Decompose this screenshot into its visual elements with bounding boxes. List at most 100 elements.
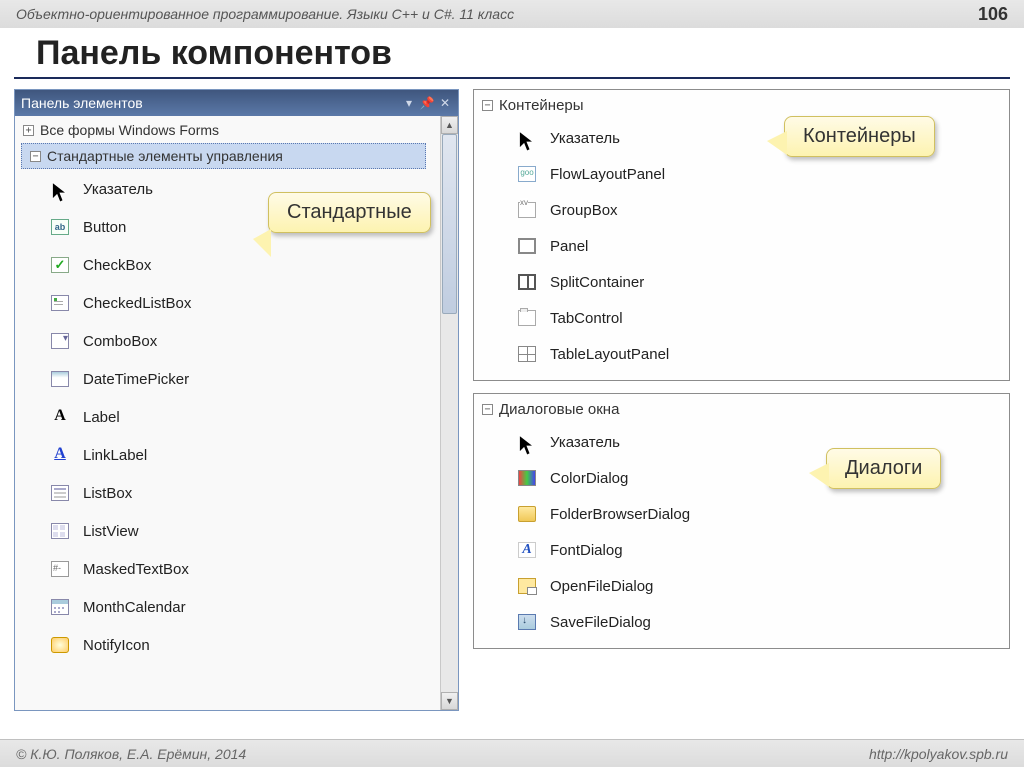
callout-standard: Стандартные xyxy=(268,192,431,233)
section-title: Контейнеры xyxy=(499,97,584,114)
title-rule xyxy=(14,77,1010,79)
check-icon: ✓ xyxy=(51,256,69,274)
dialogs-panel: − Диалоговые окна Указатель ColorDialog Fo… xyxy=(473,393,1010,649)
footer-authors: © К.Ю. Поляков, Е.А. Ерёмин, 2014 xyxy=(16,746,246,762)
list-item[interactable]: NotifyIcon xyxy=(15,626,440,664)
list-item[interactable]: MonthCalendar xyxy=(15,588,440,626)
item-label: ListBox xyxy=(83,485,132,502)
minus-icon[interactable]: − xyxy=(482,100,493,111)
item-label: SplitContainer xyxy=(550,274,644,291)
item-label: Указатель xyxy=(550,130,620,147)
group-label: Все формы Windows Forms xyxy=(40,122,219,138)
footer-url: http://kpolyakov.spb.ru xyxy=(869,746,1008,762)
open-icon xyxy=(518,577,536,595)
font-icon: A xyxy=(518,541,536,559)
masked-icon: #- xyxy=(51,560,69,578)
list-item[interactable]: ComboBox xyxy=(15,322,440,360)
list-item[interactable]: A FontDialog xyxy=(482,532,1001,568)
callout-containers: Контейнеры xyxy=(784,116,935,157)
list-item[interactable]: #- MaskedTextBox xyxy=(15,550,440,588)
minus-icon[interactable]: − xyxy=(482,404,493,415)
section-title: Диалоговые окна xyxy=(499,401,619,418)
page-number: 106 xyxy=(978,4,1008,25)
group-label: Стандартные элементы управления xyxy=(47,148,283,164)
clb-icon xyxy=(51,294,69,312)
panel-icon xyxy=(518,237,536,255)
toolbox-panel: Панель элементов ▾ 📌 ✕ + Все формы Windo… xyxy=(14,89,459,711)
table-icon xyxy=(518,345,536,363)
list-item[interactable]: OpenFileDialog xyxy=(482,568,1001,604)
top-bar: Объектно-ориентированное программировани… xyxy=(0,0,1024,28)
list-item[interactable]: GroupBox xyxy=(482,192,1001,228)
dropdown-icon[interactable]: ▾ xyxy=(402,96,416,110)
group-icon xyxy=(518,201,536,219)
toolbox-title: Панель элементов xyxy=(21,95,143,111)
group-standard[interactable]: − Стандартные элементы управления xyxy=(21,143,426,169)
month-icon xyxy=(51,598,69,616)
list-item[interactable]: SaveFileDialog xyxy=(482,604,1001,640)
item-label: MonthCalendar xyxy=(83,599,186,616)
group-all-forms[interactable]: + Все формы Windows Forms xyxy=(15,118,440,142)
list-item[interactable]: FolderBrowserDialog xyxy=(482,496,1001,532)
item-label: SaveFileDialog xyxy=(550,614,651,631)
item-label: Panel xyxy=(550,238,588,255)
list-item[interactable]: TabControl xyxy=(482,300,1001,336)
toolbox-titlebar: Панель элементов ▾ 📌 ✕ xyxy=(15,90,458,116)
Au-icon: A xyxy=(51,446,69,464)
callout-dialogs: Диалоги xyxy=(826,448,941,489)
color-icon xyxy=(518,469,536,487)
item-label: Button xyxy=(83,219,126,236)
item-label: CheckBox xyxy=(83,257,151,274)
A-icon: A xyxy=(51,408,69,426)
item-label: Указатель xyxy=(83,181,153,198)
item-label: ColorDialog xyxy=(550,470,628,487)
footer: © К.Ю. Поляков, Е.А. Ерёмин, 2014 http:/… xyxy=(0,739,1024,767)
flow-icon: goo xyxy=(518,165,536,183)
pointer-icon xyxy=(518,433,536,451)
date-icon xyxy=(51,370,69,388)
list-item[interactable]: gooFlowLayoutPanel xyxy=(482,156,1001,192)
list-item[interactable]: ListView xyxy=(15,512,440,550)
list-item[interactable]: SplitContainer xyxy=(482,264,1001,300)
combo-icon xyxy=(51,332,69,350)
item-label: Указатель xyxy=(550,434,620,451)
folder-icon xyxy=(518,505,536,523)
pointer-icon xyxy=(51,180,69,198)
item-label: MaskedTextBox xyxy=(83,561,189,578)
scroll-thumb[interactable] xyxy=(442,134,457,314)
minus-icon[interactable]: − xyxy=(30,151,41,162)
list-item[interactable]: ALabel xyxy=(15,398,440,436)
item-label: CheckedListBox xyxy=(83,295,191,312)
scrollbar[interactable]: ▲ ▼ xyxy=(440,116,458,710)
list-item[interactable]: DateTimePicker xyxy=(15,360,440,398)
scroll-up-icon[interactable]: ▲ xyxy=(441,116,458,134)
list-item[interactable]: A LinkLabel xyxy=(15,436,440,474)
item-label: LinkLabel xyxy=(83,447,147,464)
item-label: DateTimePicker xyxy=(83,371,189,388)
item-label: TabControl xyxy=(550,310,623,327)
ab-icon: ab xyxy=(51,218,69,236)
listbox-icon xyxy=(51,484,69,502)
list-item[interactable]: CheckedListBox xyxy=(15,284,440,322)
subject: Объектно-ориентированное программировани… xyxy=(16,6,514,22)
scroll-down-icon[interactable]: ▼ xyxy=(441,692,458,710)
listview-icon xyxy=(51,522,69,540)
pin-icon[interactable]: 📌 xyxy=(420,96,434,110)
list-item[interactable]: ListBox xyxy=(15,474,440,512)
item-label: FontDialog xyxy=(550,542,623,559)
pointer-icon xyxy=(518,129,536,147)
item-label: GroupBox xyxy=(550,202,618,219)
notify-icon xyxy=(51,636,69,654)
list-item[interactable]: Panel xyxy=(482,228,1001,264)
save-icon xyxy=(518,613,536,631)
list-item[interactable]: ✓ CheckBox xyxy=(15,246,440,284)
item-label: NotifyIcon xyxy=(83,637,150,654)
item-label: OpenFileDialog xyxy=(550,578,653,595)
item-label: ListView xyxy=(83,523,139,540)
list-item[interactable]: TableLayoutPanel xyxy=(482,336,1001,372)
close-icon[interactable]: ✕ xyxy=(438,96,452,110)
plus-icon[interactable]: + xyxy=(23,125,34,136)
item-label: FolderBrowserDialog xyxy=(550,506,690,523)
slide-title: Панель компонентов xyxy=(0,28,1024,77)
tab-icon xyxy=(518,309,536,327)
